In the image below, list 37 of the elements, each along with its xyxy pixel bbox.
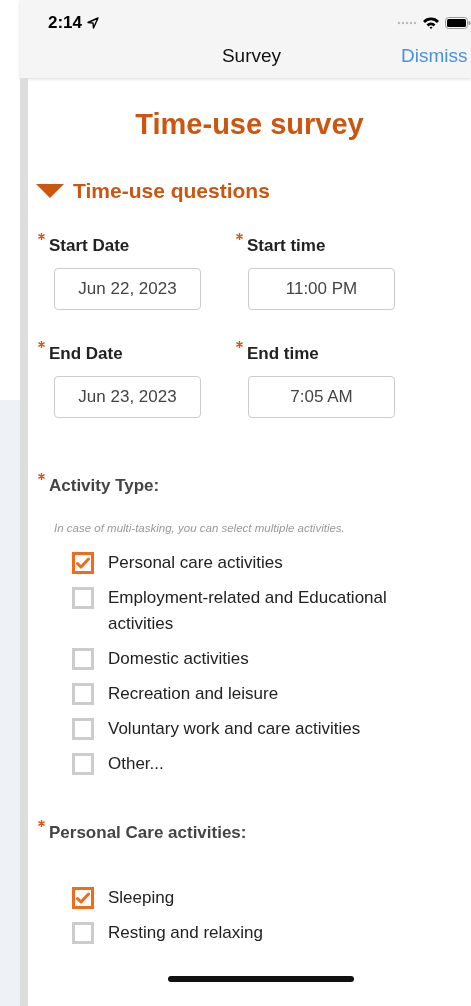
option-label: Domestic activities [108, 648, 249, 670]
picker-field[interactable]: 7:05 AM [248, 376, 395, 418]
picker-field[interactable]: Jun 22, 2023 [54, 268, 201, 310]
picker-field[interactable]: 11:00 PM [248, 268, 395, 310]
checkbox[interactable] [72, 887, 94, 909]
checkbox[interactable] [72, 552, 94, 574]
status-time: 2:14 [48, 13, 83, 33]
field-label: End time [247, 344, 319, 364]
checkbox[interactable] [72, 587, 94, 609]
location-arrow-icon [87, 17, 100, 29]
field-label: Start time [247, 236, 326, 256]
checkbox[interactable] [72, 718, 94, 740]
battery-icon [445, 17, 471, 29]
field-label: End Date [49, 344, 123, 364]
question-label: Activity Type: [49, 476, 160, 496]
survey-title: Time-use survey [134, 108, 365, 141]
checkmark-icon [76, 557, 90, 569]
option-label: Personal care activities [108, 552, 283, 574]
option-label: Sleeping [108, 887, 175, 909]
option-label: Recreation and leisure [108, 683, 279, 705]
option-label: Employment-related and Educational activities [108, 587, 388, 635]
hint-text: In case of multi-tasking, you can select multiple activities. [54, 522, 346, 534]
signal-icon [397, 21, 417, 25]
question-label: Personal Care activities: [49, 823, 247, 843]
option-label: Voluntary work and care activities [108, 718, 361, 740]
checkmark-icon [76, 892, 90, 904]
picker-field[interactable]: Jun 23, 2023 [54, 376, 201, 418]
checkbox[interactable] [72, 922, 94, 944]
field-label: Start Date [49, 236, 130, 256]
option-label: Resting and relaxing [108, 922, 263, 944]
option-label: Other... [108, 753, 164, 775]
checkbox[interactable] [72, 753, 94, 775]
checkbox[interactable] [72, 648, 94, 670]
section-header[interactable]: Time-use questions [36, 179, 471, 203]
nav-title: Survey [221, 45, 282, 67]
wifi-icon [422, 16, 440, 30]
checkbox[interactable] [72, 683, 94, 705]
